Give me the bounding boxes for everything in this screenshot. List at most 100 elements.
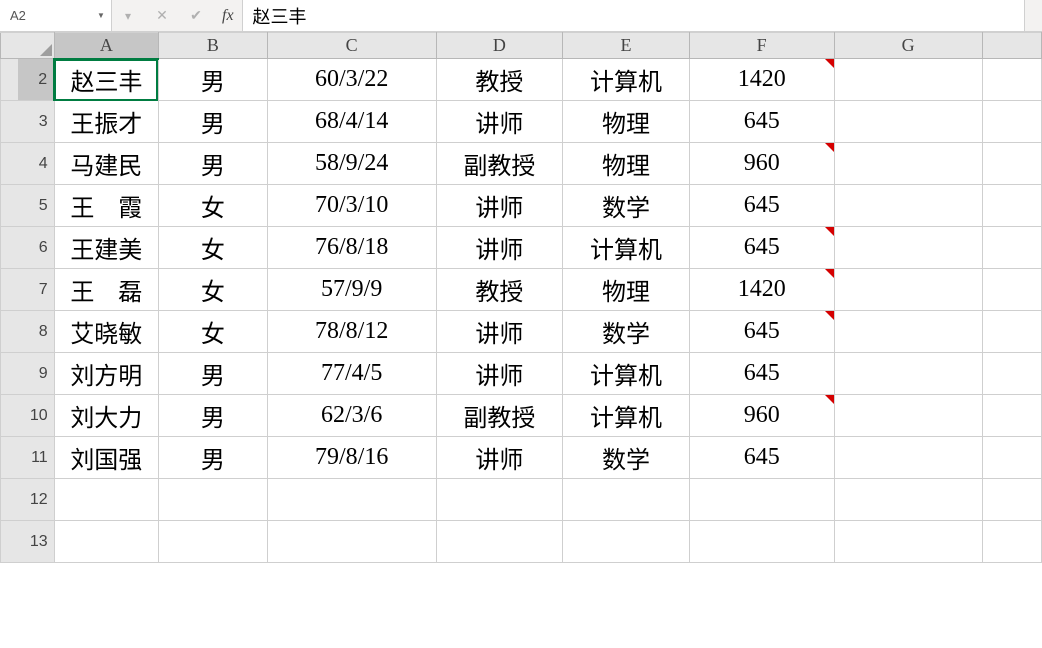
cell-B9[interactable]: 男 — [158, 353, 267, 395]
row-header[interactable]: 7 — [18, 269, 54, 311]
cell-blank-8[interactable] — [982, 311, 1041, 353]
cell-B10[interactable]: 男 — [158, 395, 267, 437]
name-box[interactable]: A2 ▼ — [0, 0, 112, 31]
cell-D3[interactable]: 讲师 — [436, 101, 563, 143]
cell-E7[interactable]: 物理 — [563, 269, 690, 311]
formula-input[interactable]: 赵三丰 — [243, 0, 1024, 31]
row-header[interactable]: 9 — [18, 353, 54, 395]
cell-G7[interactable] — [834, 269, 982, 311]
cell-D12[interactable] — [436, 479, 563, 521]
cell-blank-13[interactable] — [982, 521, 1041, 563]
row-header[interactable]: 3 — [18, 101, 54, 143]
cell-C3[interactable]: 68/4/14 — [267, 101, 436, 143]
cell-F9[interactable]: 645 — [689, 353, 834, 395]
cell-F7[interactable]: 1420 — [689, 269, 834, 311]
cell-B2[interactable]: 男 — [158, 59, 267, 101]
cell-blank-7[interactable] — [982, 269, 1041, 311]
cell-B11[interactable]: 男 — [158, 437, 267, 479]
cell-blank-11[interactable] — [982, 437, 1041, 479]
cell-blank-4[interactable] — [982, 143, 1041, 185]
comment-indicator-icon[interactable] — [825, 311, 834, 320]
cell-E6[interactable]: 计算机 — [563, 227, 690, 269]
cell-E10[interactable]: 计算机 — [563, 395, 690, 437]
cell-F4[interactable]: 960 — [689, 143, 834, 185]
cell-blank-12[interactable] — [982, 479, 1041, 521]
cell-A12[interactable] — [54, 479, 158, 521]
cell-D8[interactable]: 讲师 — [436, 311, 563, 353]
cell-C10[interactable]: 62/3/6 — [267, 395, 436, 437]
cell-G3[interactable] — [834, 101, 982, 143]
cell-E2[interactable]: 计算机 — [563, 59, 690, 101]
cell-blank-9[interactable] — [982, 353, 1041, 395]
column-header-E[interactable]: E — [563, 33, 690, 59]
cell-blank-6[interactable] — [982, 227, 1041, 269]
cell-A5[interactable]: 王 霞 — [54, 185, 158, 227]
cell-blank-2[interactable] — [982, 59, 1041, 101]
cell-B6[interactable]: 女 — [158, 227, 267, 269]
cell-A2[interactable]: 赵三丰 — [54, 59, 158, 101]
row-header[interactable]: 13 — [18, 521, 54, 563]
cell-F5[interactable]: 645 — [689, 185, 834, 227]
comment-indicator-icon[interactable] — [825, 227, 834, 236]
cell-E9[interactable]: 计算机 — [563, 353, 690, 395]
comment-indicator-icon[interactable] — [825, 143, 834, 152]
cell-C8[interactable]: 78/8/12 — [267, 311, 436, 353]
cell-C2[interactable]: 60/3/22 — [267, 59, 436, 101]
cell-B3[interactable]: 男 — [158, 101, 267, 143]
column-header-G[interactable]: G — [834, 33, 982, 59]
cell-A9[interactable]: 刘方明 — [54, 353, 158, 395]
cell-C4[interactable]: 58/9/24 — [267, 143, 436, 185]
cell-D10[interactable]: 副教授 — [436, 395, 563, 437]
cell-F13[interactable] — [689, 521, 834, 563]
column-header-A[interactable]: A — [54, 33, 158, 59]
cell-A6[interactable]: 王建美 — [54, 227, 158, 269]
cell-G4[interactable] — [834, 143, 982, 185]
cell-blank-5[interactable] — [982, 185, 1041, 227]
comment-indicator-icon[interactable] — [825, 395, 834, 404]
cell-G6[interactable] — [834, 227, 982, 269]
cell-D6[interactable]: 讲师 — [436, 227, 563, 269]
sheet-scroll[interactable]: ABCDEFG 2赵三丰男60/3/22教授计算机14203王振才男68/4/1… — [0, 32, 1042, 563]
cell-F12[interactable] — [689, 479, 834, 521]
expand-icon[interactable]: ▾ — [120, 9, 136, 23]
cell-B8[interactable]: 女 — [158, 311, 267, 353]
row-header[interactable]: 4 — [18, 143, 54, 185]
formula-bar-expand[interactable] — [1024, 0, 1042, 31]
cell-C9[interactable]: 77/4/5 — [267, 353, 436, 395]
row-header[interactable]: 5 — [18, 185, 54, 227]
cell-G9[interactable] — [834, 353, 982, 395]
comment-indicator-icon[interactable] — [825, 59, 834, 68]
cell-C11[interactable]: 79/8/16 — [267, 437, 436, 479]
cell-C13[interactable] — [267, 521, 436, 563]
cell-B4[interactable]: 男 — [158, 143, 267, 185]
column-header-F[interactable]: F — [689, 33, 834, 59]
cell-D5[interactable]: 讲师 — [436, 185, 563, 227]
cell-E12[interactable] — [563, 479, 690, 521]
cancel-icon[interactable]: ✕ — [154, 8, 170, 24]
cell-C5[interactable]: 70/3/10 — [267, 185, 436, 227]
cell-F6[interactable]: 645 — [689, 227, 834, 269]
row-header[interactable]: 8 — [18, 311, 54, 353]
select-all-button[interactable] — [1, 33, 55, 59]
row-header[interactable]: 11 — [18, 437, 54, 479]
cell-B13[interactable] — [158, 521, 267, 563]
cell-E8[interactable]: 数学 — [563, 311, 690, 353]
chevron-down-icon[interactable]: ▼ — [97, 0, 105, 31]
cell-C6[interactable]: 76/8/18 — [267, 227, 436, 269]
cell-G5[interactable] — [834, 185, 982, 227]
cell-C7[interactable]: 57/9/9 — [267, 269, 436, 311]
cell-F2[interactable]: 1420 — [689, 59, 834, 101]
confirm-icon[interactable]: ✔ — [188, 8, 204, 24]
cell-F10[interactable]: 960 — [689, 395, 834, 437]
cell-D4[interactable]: 副教授 — [436, 143, 563, 185]
comment-indicator-icon[interactable] — [825, 269, 834, 278]
cell-G11[interactable] — [834, 437, 982, 479]
cell-G13[interactable] — [834, 521, 982, 563]
cell-A11[interactable]: 刘国强 — [54, 437, 158, 479]
cell-A3[interactable]: 王振才 — [54, 101, 158, 143]
cell-E4[interactable]: 物理 — [563, 143, 690, 185]
cell-A8[interactable]: 艾晓敏 — [54, 311, 158, 353]
row-header[interactable]: 10 — [18, 395, 54, 437]
row-header[interactable]: 6 — [18, 227, 54, 269]
column-header-blank[interactable] — [982, 33, 1041, 59]
